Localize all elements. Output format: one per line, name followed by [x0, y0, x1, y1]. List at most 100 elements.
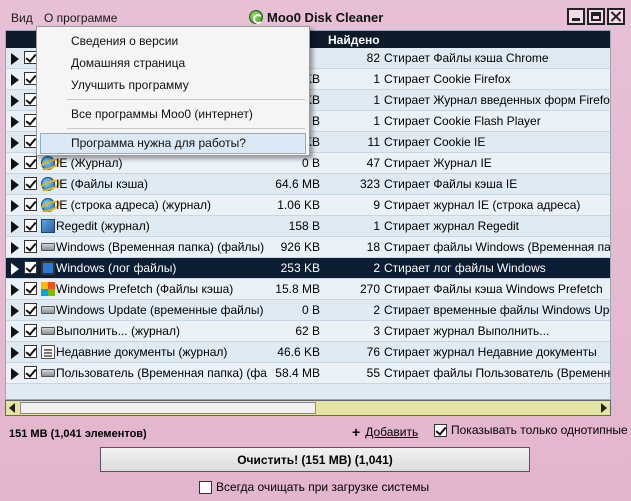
row-description: Стирает Журнал введенных форм Firefox	[384, 93, 611, 107]
menu-version-info[interactable]: Сведения о версии	[71, 34, 178, 48]
table-row[interactable]: Недавние документы (журнал) 46.6 KB 76 Стир…	[6, 342, 610, 363]
menu-view[interactable]: Вид	[11, 11, 33, 25]
table-row[interactable]: Regedit (журнал) 158 B 1 Стирает журнал Reg…	[6, 216, 610, 237]
only-same-type-label: Показывать только однотипные	[451, 423, 628, 437]
row-size: 253 KB	[280, 261, 320, 275]
row-checkbox[interactable]	[24, 198, 37, 211]
only-same-type-checkbox[interactable]: Показывать только однотипные	[434, 423, 628, 437]
row-description: Стирает временные файлы Windows Update	[384, 303, 611, 317]
row-found: 2	[373, 303, 380, 317]
expand-arrow-icon[interactable]	[11, 284, 19, 296]
row-description: Стирает файлы Windows (Временная папка)	[384, 240, 611, 254]
row-size: 62 B	[295, 324, 320, 338]
row-description: Стирает Cookie Firefox	[384, 72, 511, 86]
minimize-icon[interactable]	[567, 8, 585, 25]
doc-icon	[41, 345, 55, 359]
expand-arrow-icon[interactable]	[11, 158, 19, 170]
checkbox-unchecked-icon[interactable]	[199, 480, 212, 494]
expand-arrow-icon[interactable]	[11, 326, 19, 338]
row-checkbox[interactable]	[24, 282, 37, 295]
row-description: Стирает Cookie Flash Player	[384, 114, 541, 128]
row-size: 926 KB	[280, 240, 320, 254]
row-size: 15.8 MB	[275, 282, 320, 296]
winlogo-icon	[41, 282, 55, 296]
table-row[interactable]: Windows (лог файлы) 253 KB 2 Стирает лог фа…	[6, 258, 610, 279]
row-checkbox[interactable]	[24, 261, 37, 274]
row-found: 1	[373, 72, 380, 86]
row-checkbox[interactable]	[24, 345, 37, 358]
row-checkbox[interactable]	[24, 156, 37, 169]
row-checkbox[interactable]	[24, 240, 37, 253]
row-found: 1	[373, 93, 380, 107]
menu-need-program[interactable]: Программа нужна для работы?	[71, 136, 246, 150]
checkbox-checked-icon[interactable]	[434, 423, 447, 437]
row-checkbox[interactable]	[24, 303, 37, 316]
ie-icon	[41, 177, 55, 191]
row-found: 270	[359, 282, 380, 296]
row-description: Стирает Файлы кэша IE	[384, 177, 518, 191]
expand-arrow-icon[interactable]	[11, 179, 19, 191]
maximize-icon[interactable]	[587, 8, 605, 25]
row-description: Стирает Файлы кэша Chrome	[384, 51, 549, 65]
table-row[interactable]: Пользователь (Временная папка) (фа 58.4 M…	[6, 363, 610, 384]
row-checkbox[interactable]	[24, 324, 37, 337]
row-size: 0 B	[301, 156, 320, 170]
header-found[interactable]: Найдено	[328, 33, 380, 47]
row-found: 9	[373, 198, 380, 212]
row-description: Стирает Cookie IE	[384, 135, 486, 149]
expand-arrow-icon[interactable]	[11, 242, 19, 254]
row-found: 11	[367, 135, 380, 149]
scroll-left-icon[interactable]	[9, 403, 15, 413]
reg-icon	[41, 219, 55, 233]
expand-arrow-icon[interactable]	[11, 263, 19, 275]
table-row[interactable]: Windows Prefetch (Файлы кэша) 15.8 MB 270 С…	[6, 279, 610, 300]
row-checkbox[interactable]	[24, 177, 37, 190]
menu-all-programs[interactable]: Все программы Moo0 (интернет)	[71, 107, 253, 121]
moo0-logo-icon	[249, 10, 263, 24]
expand-arrow-icon[interactable]	[11, 95, 19, 107]
clean-button[interactable]: Очистить! (151 MB) (1,041)	[100, 447, 530, 472]
menu-homepage[interactable]: Домашняя страница	[71, 56, 185, 70]
table-row[interactable]: Windows Update (временные файлы) 0 B 2 Стир…	[6, 300, 610, 321]
expand-arrow-icon[interactable]	[11, 74, 19, 86]
expand-arrow-icon[interactable]	[11, 305, 19, 317]
auto-clean-checkbox[interactable]: Всегда очищать при загрузке системы	[199, 480, 429, 494]
scroll-right-icon[interactable]	[601, 403, 607, 413]
menu-improve[interactable]: Улучшить программу	[71, 78, 189, 92]
table-row[interactable]: IE (Журнал) 0 B 47 Стирает Журнал IE	[6, 153, 610, 174]
row-size: 158 B	[288, 219, 320, 233]
row-found: 1	[373, 219, 380, 233]
expand-arrow-icon[interactable]	[11, 200, 19, 212]
row-found: 323	[359, 177, 380, 191]
expand-arrow-icon[interactable]	[11, 221, 19, 233]
row-found: 82	[366, 51, 380, 65]
table-row[interactable]: IE (строка адреса) (журнал) 1.06 KB 9 Стира…	[6, 195, 610, 216]
table-row[interactable]: Windows (Временная папка) (файлы) 926 KB 1…	[6, 237, 610, 258]
row-checkbox[interactable]	[24, 219, 37, 232]
table-row[interactable]: IE (Файлы кэша) 64.6 MB 323 Стирает Файлы к…	[6, 174, 610, 195]
row-found: 47	[366, 156, 380, 170]
mon-icon	[41, 261, 55, 275]
row-description: Стирает Журнал IE	[384, 156, 492, 170]
expand-arrow-icon[interactable]	[11, 116, 19, 128]
horizontal-scrollbar[interactable]	[5, 400, 611, 416]
summary-text: 151 MB (1,041 элементов)	[9, 428, 147, 440]
row-size: 0 B	[301, 303, 320, 317]
table-row[interactable]: Выполнить... (журнал) 62 B 3 Стирает журнал…	[6, 321, 610, 342]
plus-icon: +	[352, 424, 361, 440]
row-checkbox[interactable]	[24, 366, 37, 379]
row-description: Стирает журнал Выполнить...	[384, 324, 550, 338]
row-found: 3	[373, 324, 380, 338]
row-found: 1	[373, 114, 380, 128]
add-button[interactable]: + Добавить	[352, 424, 418, 440]
expand-arrow-icon[interactable]	[11, 53, 19, 65]
expand-arrow-icon[interactable]	[11, 347, 19, 359]
expand-arrow-icon[interactable]	[11, 368, 19, 380]
close-icon[interactable]	[607, 8, 625, 25]
clean-button-label: Очистить! (151 MB) (1,041)	[237, 452, 393, 467]
menu-about[interactable]: О программе	[44, 11, 117, 25]
row-description: Стирает файлы Пользователь (Временная па…	[384, 366, 611, 380]
scrollbar-thumb[interactable]	[20, 402, 316, 414]
row-size: 1.06 KB	[277, 198, 320, 212]
expand-arrow-icon[interactable]	[11, 137, 19, 149]
